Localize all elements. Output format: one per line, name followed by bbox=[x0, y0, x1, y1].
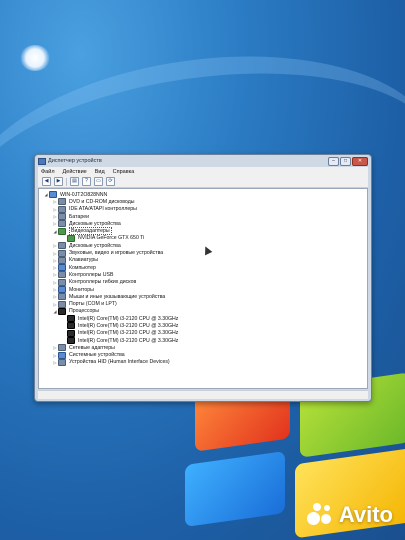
disk-icon bbox=[58, 220, 66, 228]
tree-item-cpu[interactable]: Intel(R) Core(TM) i3-2120 CPU @ 3.30GHz bbox=[43, 337, 367, 345]
close-button[interactable]: ✕ bbox=[352, 156, 368, 166]
tree-item-ide[interactable]: ▷ IDE ATA/ATAPI контроллеры bbox=[43, 205, 367, 213]
status-bar bbox=[38, 390, 368, 399]
network-adapter-icon bbox=[58, 344, 66, 352]
tree-item-battery[interactable]: ▷ Батареи bbox=[43, 213, 367, 221]
scan-hardware-icon[interactable]: ⟳ bbox=[106, 177, 115, 186]
display-adapter-icon bbox=[58, 227, 66, 235]
computer-icon bbox=[49, 191, 57, 199]
tree-item-mice[interactable]: ▷ Мыши и иные указывающие устройства bbox=[43, 293, 367, 301]
window-title: Диспетчер устройств bbox=[48, 158, 102, 164]
cpu-icon bbox=[67, 337, 75, 345]
menu-action[interactable]: Действие bbox=[63, 169, 87, 175]
cpu-icon bbox=[67, 329, 75, 337]
tree-item-cpu[interactable]: Intel(R) Core(TM) i3-2120 CPU @ 3.30GHz bbox=[43, 322, 367, 330]
tree-item-usb[interactable]: ▷ Контроллеры USB bbox=[43, 271, 367, 279]
tree-item-ports[interactable]: ▷ Порты (COM и LPT) bbox=[43, 300, 367, 308]
title-bar[interactable]: Диспетчер устройств – □ ✕ bbox=[35, 155, 371, 167]
processor-icon bbox=[58, 307, 66, 315]
tree-item-computer[interactable]: ▷ Компьютер bbox=[43, 264, 367, 272]
tree-item-processors[interactable]: ◢ Процессоры bbox=[43, 307, 367, 315]
forward-icon[interactable]: ▶ bbox=[54, 177, 63, 186]
port-icon bbox=[58, 300, 66, 308]
floppy-icon bbox=[58, 278, 66, 286]
device-tree: ◢ WIN-0JT2O828NNN ▷ DVD и CD-ROM дисководы… bbox=[39, 189, 367, 366]
device-manager-icon bbox=[38, 157, 46, 165]
cpu-icon bbox=[67, 322, 75, 330]
tree-item-network[interactable]: ▷ Сетевые адаптеры bbox=[43, 344, 367, 352]
menu-help[interactable]: Справка bbox=[113, 169, 135, 175]
device-tree-panel[interactable]: ◢ WIN-0JT2O828NNN ▷ DVD и CD-ROM дисководы… bbox=[38, 188, 368, 389]
battery-icon bbox=[58, 213, 66, 221]
back-icon[interactable]: ◀ bbox=[42, 177, 51, 186]
device-manager-window[interactable]: Диспетчер устройств – □ ✕ Файл Действие … bbox=[34, 154, 372, 402]
toolbar: ◀ ▶ ▤ ? ▭ ⟳ bbox=[38, 176, 368, 188]
help-icon[interactable]: ? bbox=[82, 177, 91, 186]
menu-view[interactable]: Вид bbox=[95, 169, 105, 175]
hid-icon bbox=[58, 358, 66, 366]
tree-root[interactable]: ◢ WIN-0JT2O828NNN bbox=[43, 191, 367, 199]
system-devices-icon bbox=[58, 351, 66, 359]
avito-watermark: Avito bbox=[306, 502, 393, 528]
minimize-button[interactable]: – bbox=[328, 156, 339, 166]
tree-item-keyboards[interactable]: ▷ Клавиатуры bbox=[43, 256, 367, 264]
monitor-icon[interactable]: ▭ bbox=[94, 177, 103, 186]
sound-icon bbox=[58, 249, 66, 257]
tree-item-dvd[interactable]: ▷ DVD и CD-ROM дисководы bbox=[43, 198, 367, 206]
mouse-icon bbox=[58, 293, 66, 301]
maximize-button[interactable]: □ bbox=[340, 156, 351, 166]
computer-icon bbox=[58, 264, 66, 272]
keyboard-icon bbox=[58, 256, 66, 264]
tree-item-video-adapters[interactable]: ◢ Видеоадаптеры bbox=[43, 227, 367, 236]
menu-file[interactable]: Файл bbox=[41, 169, 55, 175]
tree-item-floppy[interactable]: ▷ Контроллеры гибких дисков bbox=[43, 278, 367, 286]
ide-controller-icon bbox=[58, 205, 66, 213]
dvd-icon bbox=[58, 198, 66, 206]
usb-icon bbox=[58, 271, 66, 279]
tree-item-gpu[interactable]: NVIDIA GeForce GTX 650 Ti bbox=[43, 234, 367, 242]
avito-brand-text: Avito bbox=[338, 502, 393, 527]
disk-drive-icon bbox=[58, 242, 66, 250]
menu-bar: Файл Действие Вид Справка bbox=[38, 167, 368, 176]
tree-item-cpu[interactable]: Intel(R) Core(TM) i3-2120 CPU @ 3.30GHz bbox=[43, 329, 367, 337]
tree-item-cpu[interactable]: Intel(R) Core(TM) i3-2120 CPU @ 3.30GHz bbox=[43, 315, 367, 323]
toolbar-separator bbox=[66, 177, 67, 186]
cpu-icon bbox=[67, 315, 75, 323]
tree-item-monitors[interactable]: ▷ Мониторы bbox=[43, 286, 367, 293]
tree-item-hid[interactable]: ▷ Устройства HID (Human Interface Devices… bbox=[43, 358, 367, 366]
avito-logo-icon bbox=[306, 502, 335, 528]
gpu-icon bbox=[67, 234, 75, 242]
monitor-icon bbox=[58, 286, 66, 293]
properties-icon[interactable]: ▤ bbox=[70, 177, 79, 186]
tree-item-system[interactable]: ▷ Системные устройства bbox=[43, 351, 367, 359]
wallpaper-glare bbox=[20, 45, 50, 71]
